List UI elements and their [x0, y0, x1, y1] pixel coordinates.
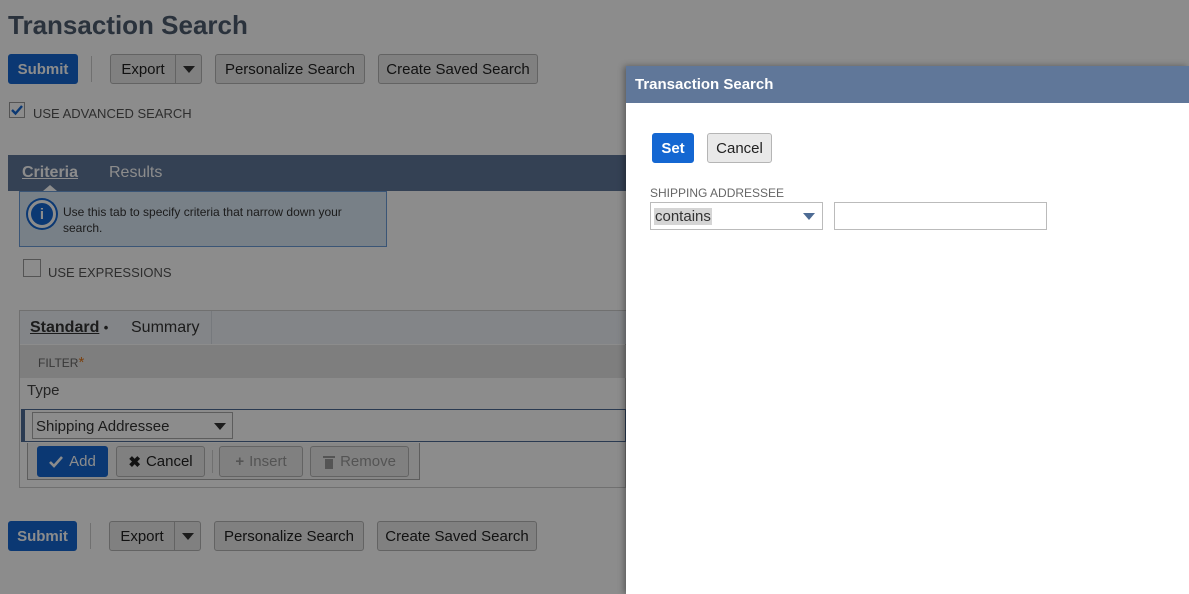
dialog-cancel-label: Cancel — [716, 139, 763, 157]
dialog-cancel-button[interactable]: Cancel — [707, 133, 772, 163]
operator-select-value: contains — [654, 208, 712, 225]
field-label: SHIPPING ADDRESSEE — [650, 186, 785, 200]
dialog-title: Transaction Search — [635, 76, 774, 93]
operator-value-input[interactable] — [834, 202, 1047, 230]
dialog-header: Transaction Search — [626, 66, 1189, 103]
filter-dialog: Transaction Search Set Cancel SHIPPING A… — [626, 66, 1189, 594]
operator-select[interactable]: contains — [650, 202, 823, 230]
chevron-down-icon — [803, 213, 815, 220]
set-label: Set — [661, 139, 685, 157]
set-button[interactable]: Set — [652, 133, 694, 163]
